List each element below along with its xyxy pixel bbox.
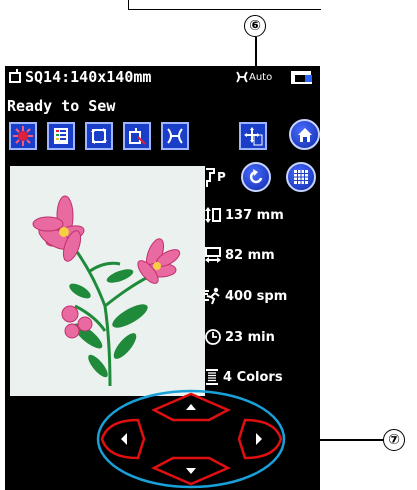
auto-presser-icon (236, 71, 248, 83)
pattern-height-stat: 137 mm (204, 206, 284, 224)
presser-foot-icon: P (206, 168, 226, 187)
machine-status-icon (291, 71, 312, 84)
trace-button[interactable] (85, 122, 113, 150)
thread-cutter-icon (167, 128, 183, 144)
layout-button[interactable] (123, 122, 151, 150)
jog-position-button[interactable] (239, 122, 267, 150)
top-callout-line (128, 0, 321, 10)
jog-down-button[interactable] (151, 456, 231, 486)
color-list-icon (54, 128, 68, 144)
width-icon (205, 247, 221, 263)
hoop-size-label: SQ14:140x140mm (25, 68, 152, 86)
layout-icon (129, 128, 146, 145)
width-value: 82 mm (225, 247, 275, 263)
speed-value: 400 spm (225, 288, 288, 304)
color-palette-button[interactable] (9, 122, 37, 150)
sewing-time-stat: 23 min (204, 328, 275, 346)
rotate-icon (249, 169, 263, 184)
home-button[interactable] (289, 119, 320, 150)
time-value: 23 min (225, 329, 275, 345)
height-icon (205, 207, 221, 223)
thread-spool-icon (206, 369, 218, 385)
status-bar: SQ14:140x140mm Auto (5, 66, 320, 88)
jog-left-button[interactable] (100, 418, 146, 460)
height-value: 137 mm (225, 207, 284, 223)
jog-up-button[interactable] (151, 392, 231, 422)
color-palette-icon (13, 126, 33, 146)
trace-frame-icon (91, 128, 107, 144)
callout-7: ⑦ (383, 429, 405, 451)
jog-direction-pad (96, 389, 286, 489)
callout-6: ⑥ (244, 15, 266, 37)
thread-colors-stat: 4 Colors (204, 368, 283, 386)
clock-icon (205, 329, 221, 345)
speed-icon (204, 287, 220, 305)
svg-text:P: P (217, 170, 226, 184)
hoop-icon (9, 69, 21, 83)
grid-icon (294, 170, 308, 184)
grid-button[interactable] (286, 162, 316, 192)
pattern-width-stat: 82 mm (204, 246, 275, 264)
jog-right-button[interactable] (237, 418, 283, 460)
ready-to-sew-label: Ready to Sew (7, 97, 116, 115)
sewing-screen: SQ14:140x140mm Auto Ready to Sew P 137 m… (5, 66, 320, 490)
home-icon (297, 127, 312, 142)
embroidery-pattern-preview (10, 166, 205, 396)
flower-design-image (32, 195, 181, 387)
thread-cutter-button[interactable] (161, 122, 189, 150)
jog-position-icon (244, 127, 263, 146)
rotate-button[interactable] (241, 162, 271, 192)
color-list-button[interactable] (47, 122, 75, 150)
sewing-speed-stat: 400 spm (204, 287, 287, 305)
auto-label: Auto (249, 72, 273, 83)
colors-value: 4 Colors (223, 369, 283, 385)
